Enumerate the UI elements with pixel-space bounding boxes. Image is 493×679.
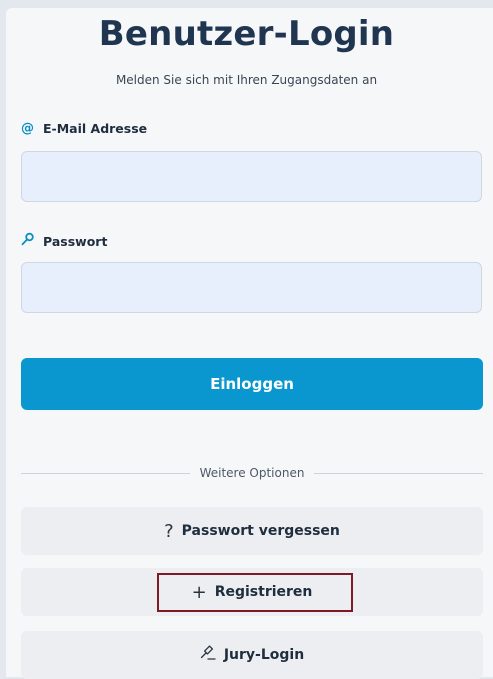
register-button[interactable]: + Registrieren xyxy=(21,568,483,616)
jury-login-button[interactable]: Jury-Login xyxy=(21,631,483,679)
gavel-icon xyxy=(200,644,216,666)
divider-line-right xyxy=(314,472,483,474)
forgot-password-label: Passwort vergessen xyxy=(181,523,340,539)
divider-line-left xyxy=(21,472,190,474)
forgot-password-button[interactable]: ? Passwort vergessen xyxy=(21,507,483,555)
jury-login-label: Jury-Login xyxy=(223,647,305,663)
divider-label: Weitere Optionen xyxy=(199,466,305,480)
options-divider: Weitere Optionen xyxy=(21,463,483,483)
at-icon: @ xyxy=(21,121,34,136)
plus-icon: + xyxy=(191,581,207,603)
key-icon xyxy=(21,232,43,250)
page-title: Benutzer-Login xyxy=(98,14,395,54)
email-label-text: E-Mail Adresse xyxy=(43,121,148,136)
password-label: Passwort xyxy=(21,232,107,250)
email-label: @ E-Mail Adresse xyxy=(21,121,147,136)
question-icon: ? xyxy=(164,520,174,542)
password-label-text: Passwort xyxy=(43,233,108,249)
register-label: Registrieren xyxy=(214,584,313,600)
email-field[interactable] xyxy=(21,151,482,202)
password-field[interactable] xyxy=(21,262,482,313)
page-subtitle: Melden Sie sich mit Ihren Zugangsdaten a… xyxy=(115,73,378,87)
login-button[interactable]: Einloggen xyxy=(21,358,483,410)
